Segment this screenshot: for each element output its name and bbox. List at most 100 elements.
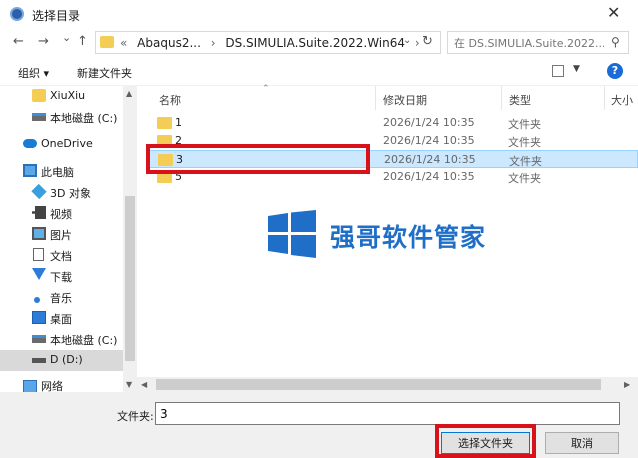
sidebar-item-label: 桌面 [50, 313, 72, 326]
help-icon[interactable]: ? [607, 63, 623, 79]
app-icon [10, 7, 24, 21]
highlight-box-selected-folder [146, 144, 370, 174]
drive-icon [32, 358, 46, 363]
close-icon[interactable]: ✕ [607, 3, 620, 22]
network-icon [23, 380, 37, 392]
column-divider[interactable] [501, 86, 502, 110]
column-header-date[interactable]: 修改日期 [383, 92, 427, 108]
sidebar-item-network[interactable]: 网络 [0, 377, 123, 392]
sidebar-item-downloads[interactable]: 下载 [0, 266, 123, 287]
file-date: 2026/1/24 10:35 [384, 153, 476, 166]
table-row[interactable]: 1 2026/1/24 10:35 文件夹 [147, 114, 638, 132]
folder-icon [100, 36, 114, 48]
forward-arrow-icon[interactable]: → [38, 34, 49, 49]
sidebar-item-3d-objects[interactable]: 3D 对象 [0, 182, 123, 203]
highlight-box-select-button [435, 424, 536, 458]
file-type: 文件夹 [508, 136, 541, 149]
sidebar-item-label: OneDrive [41, 137, 93, 150]
sidebar-scrollbar[interactable]: ▲ ▼ [123, 86, 137, 392]
scroll-left-icon[interactable]: ◀ [141, 380, 147, 389]
folder-icon [32, 89, 46, 102]
toolbar: 组织 ▾ 新建文件夹 ▼ ? [0, 58, 638, 86]
horizontal-scrollbar-thumb[interactable] [156, 379, 601, 390]
download-icon [32, 268, 46, 280]
up-arrow-icon[interactable]: ↑ [77, 34, 88, 49]
column-header-type[interactable]: 类型 [509, 92, 531, 108]
sidebar-item-label: 网络 [41, 380, 63, 392]
sidebar-item-local-disk-c[interactable]: 本地磁盘 (C:) [0, 329, 123, 350]
file-date: 2026/1/24 10:35 [383, 116, 475, 129]
breadcrumb: « Abaqus2... › DS.SIMULIA.Suite.2022.Win… [120, 36, 426, 50]
column-divider[interactable] [604, 86, 605, 110]
sidebar-item-onedrive[interactable]: OneDrive [0, 134, 123, 155]
breadcrumb-separator[interactable]: › [415, 36, 420, 50]
search-icon[interactable]: ⚲ [611, 35, 620, 49]
file-type: 文件夹 [509, 155, 542, 168]
address-bar[interactable]: « Abaqus2... › DS.SIMULIA.Suite.2022.Win… [95, 31, 441, 54]
sidebar-item-label: 图片 [50, 229, 72, 242]
sidebar-item-label: D (D:) [50, 353, 83, 366]
column-header-name[interactable]: 名称 [159, 92, 181, 108]
back-arrow-icon[interactable]: ← [13, 34, 24, 49]
pictures-icon [32, 227, 46, 240]
breadcrumb-item-abaqus[interactable]: Abaqus2... [137, 36, 201, 50]
column-divider[interactable] [375, 86, 376, 110]
breadcrumb-separator[interactable]: › [211, 36, 216, 50]
scroll-down-icon[interactable]: ▼ [126, 380, 132, 389]
sidebar-item-label: 本地磁盘 (C:) [50, 112, 118, 125]
file-name: 1 [175, 116, 182, 129]
breadcrumb-overflow[interactable]: « [120, 36, 127, 50]
desktop-icon [32, 311, 46, 324]
sidebar-item-d-drive[interactable]: D (D:) [0, 350, 123, 371]
folder-name-input[interactable] [155, 402, 620, 425]
sidebar-item-label: 此电脑 [41, 166, 74, 179]
address-dropdown-icon[interactable]: ⌄ [403, 35, 411, 46]
file-list-horizontal-scrollbar[interactable]: ◀ ▶ [137, 377, 638, 392]
sidebar-item-xiuxiu[interactable]: XiuXiu [0, 86, 123, 107]
window-title: 选择目录 [32, 9, 81, 23]
drive-icon [32, 335, 46, 343]
windows-logo-icon [268, 210, 316, 258]
sidebar-item-desktop[interactable]: 桌面 [0, 308, 123, 329]
recent-locations-icon[interactable]: ⌄ [62, 31, 71, 44]
file-type: 文件夹 [508, 172, 541, 185]
breadcrumb-item-suite[interactable]: DS.SIMULIA.Suite.2022.Win64 [225, 36, 405, 50]
watermark: 强哥软件管家 [268, 210, 498, 258]
watermark-text: 强哥软件管家 [330, 223, 487, 252]
view-options-icon[interactable] [552, 65, 564, 77]
navigation-pane: XiuXiu 本地磁盘 (C:) OneDrive 此电脑 3D 对象 视频 图… [0, 86, 123, 392]
navigation-bar: ← → ⌄ ↑ « Abaqus2... › DS.SIMULIA.Suite.… [0, 28, 638, 58]
sidebar-scrollbar-thumb[interactable] [125, 196, 135, 361]
search-input[interactable] [454, 35, 604, 51]
document-icon [33, 248, 44, 261]
sidebar-item-music[interactable]: 音乐 [0, 287, 123, 308]
sidebar-item-pictures[interactable]: 图片 [0, 224, 123, 245]
music-icon [34, 297, 40, 303]
file-date: 2026/1/24 10:35 [383, 134, 475, 147]
folder-label: 文件夹: [117, 410, 154, 423]
search-box[interactable]: ⚲ [447, 31, 629, 54]
column-header-size[interactable]: 大小 [611, 92, 633, 108]
scroll-right-icon[interactable]: ▶ [624, 380, 630, 389]
sidebar-item-videos[interactable]: 视频 [0, 203, 123, 224]
computer-icon [23, 164, 37, 177]
folder-icon [157, 117, 172, 129]
new-folder-button[interactable]: 新建文件夹 [77, 65, 132, 81]
cloud-icon [23, 139, 37, 148]
view-dropdown-icon[interactable]: ▼ [573, 64, 580, 74]
scroll-up-icon[interactable]: ▲ [126, 89, 132, 98]
cancel-button[interactable]: 取消 [545, 432, 619, 454]
file-type: 文件夹 [508, 118, 541, 131]
sidebar-item-label: XiuXiu [50, 89, 86, 102]
sidebar-item-this-pc[interactable]: 此电脑 [0, 161, 123, 182]
sidebar-item-documents[interactable]: 文档 [0, 245, 123, 266]
organize-menu[interactable]: 组织 ▾ [18, 65, 49, 81]
video-icon [32, 206, 46, 219]
sidebar-item-label: 3D 对象 [50, 187, 91, 200]
cube-icon [31, 183, 47, 200]
sidebar-item-label: 下载 [50, 271, 72, 284]
sidebar-item-local-disk-c[interactable]: 本地磁盘 (C:) [0, 107, 123, 128]
dialog-footer: 文件夹: 选择文件夹 取消 [0, 392, 638, 458]
file-date: 2026/1/24 10:35 [383, 170, 475, 183]
refresh-icon[interactable]: ↻ [422, 34, 433, 49]
